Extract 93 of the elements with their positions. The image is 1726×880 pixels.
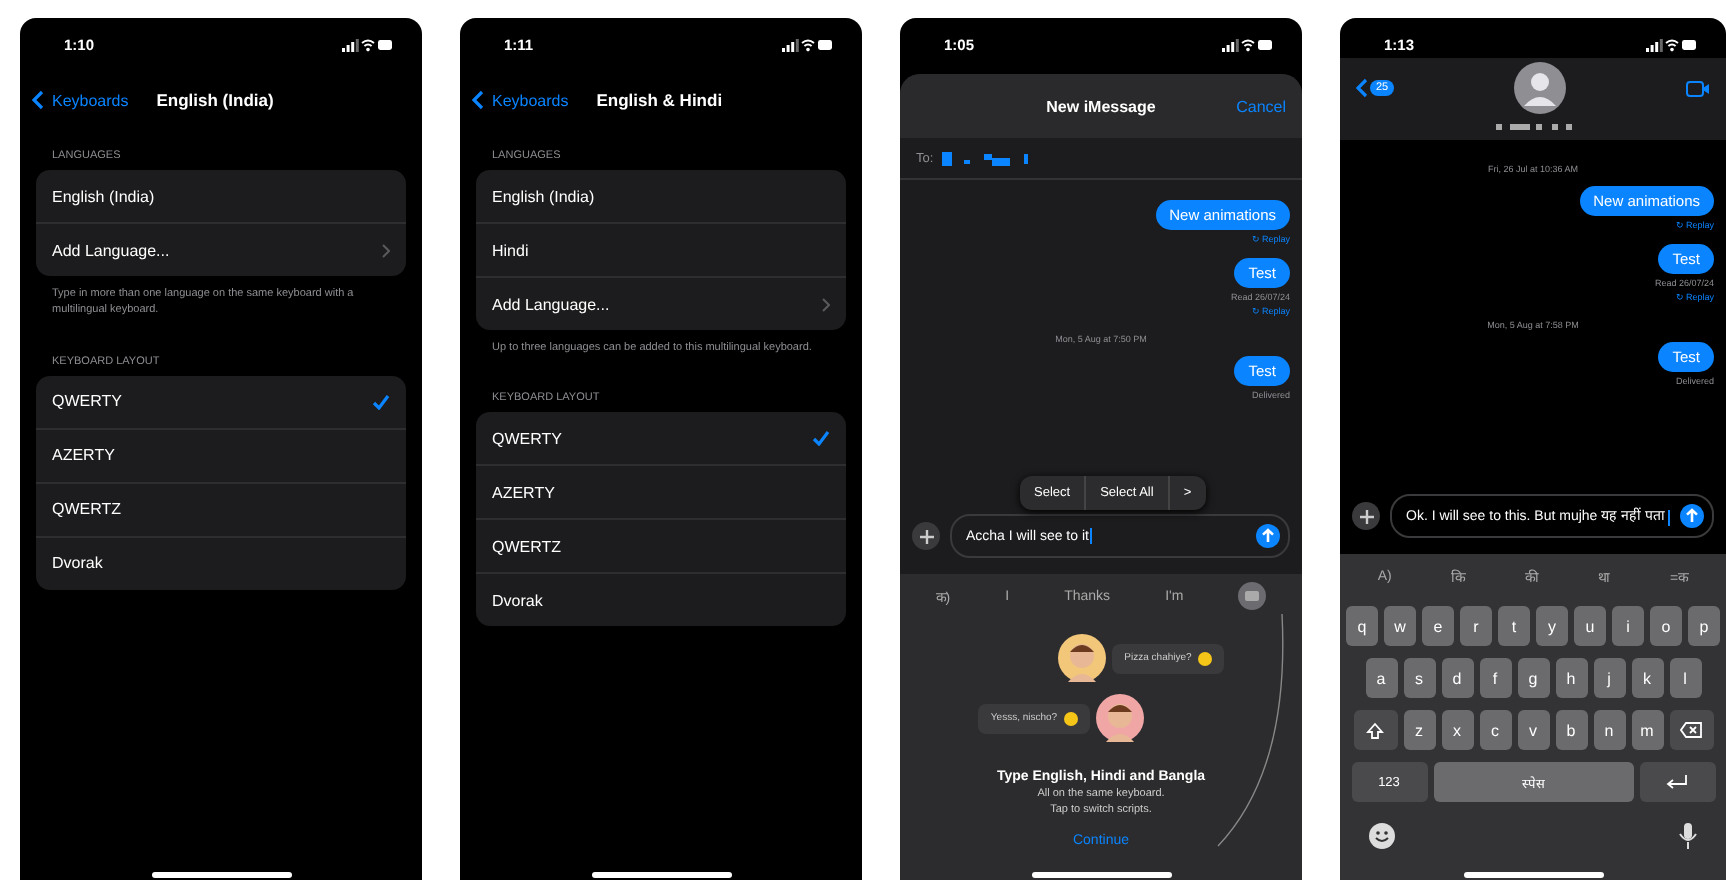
keyboard-key[interactable]: a	[1365, 658, 1397, 698]
keyboard-key[interactable]: u	[1574, 606, 1606, 646]
row-label: English (India)	[52, 187, 155, 205]
send-icon[interactable]	[1256, 524, 1280, 548]
status-icons	[1222, 37, 1274, 51]
keyboard-key[interactable]: k	[1631, 658, 1663, 698]
row-label: Add Language...	[492, 295, 610, 313]
avatar-drawing	[1058, 634, 1107, 682]
emoji-icon	[1063, 711, 1078, 725]
keyboard-key[interactable]	[1353, 710, 1397, 750]
settings-row[interactable]: QWERTY	[36, 375, 406, 427]
status-icons	[782, 37, 834, 51]
chevron-right-icon	[822, 297, 830, 311]
keyboard-key[interactable]: y	[1536, 606, 1568, 646]
settings-row[interactable]: English (India)	[476, 170, 846, 222]
keyboard-key[interactable]: b	[1555, 710, 1587, 750]
keyboard-key[interactable]: p	[1688, 606, 1720, 646]
status-icons	[342, 37, 394, 51]
keyboard-key[interactable]: x	[1441, 710, 1473, 750]
plus-icon	[919, 529, 933, 543]
keyboard-key[interactable]: o	[1650, 606, 1682, 646]
settings-row[interactable]: English (India)	[36, 170, 406, 222]
chevron-left-icon	[1356, 78, 1368, 98]
settings-row[interactable]: AZERTY	[476, 464, 846, 519]
settings-row[interactable]: QWERTZ	[36, 481, 406, 535]
back-link[interactable]: Keyboards	[472, 90, 569, 110]
row-label: Add Language...	[52, 241, 170, 259]
keyboard-key[interactable]	[1669, 710, 1713, 750]
settings-row[interactable]: Dvorak	[476, 572, 846, 627]
chevron-left-icon	[32, 90, 44, 110]
keyboard-key[interactable]: r	[1460, 606, 1492, 646]
backspace-icon	[1680, 722, 1702, 738]
keyboard-key[interactable]: e	[1422, 606, 1454, 646]
row-label: Hindi	[492, 241, 529, 259]
return-icon	[1666, 774, 1688, 790]
emoji-icon	[1197, 651, 1212, 665]
keyboard-key[interactable]: f	[1479, 658, 1511, 698]
status-icons	[1646, 37, 1698, 51]
emoji-icon[interactable]	[1368, 822, 1396, 850]
keyboard-key[interactable]: n	[1593, 710, 1625, 750]
home-indicator	[1031, 872, 1171, 878]
settings-row[interactable]: Add Language...	[476, 276, 846, 330]
keyboard-key[interactable]: l	[1669, 658, 1701, 698]
plus-icon	[1359, 509, 1373, 523]
row-label: QWERTY	[492, 429, 562, 448]
video-camera-icon[interactable]	[1686, 79, 1710, 97]
send-icon[interactable]	[1680, 504, 1704, 528]
plus-button[interactable]	[912, 522, 940, 550]
keyboard-key[interactable]: g	[1517, 658, 1549, 698]
screen-title: English & Hindi	[596, 90, 723, 110]
row-label: QWERTZ	[52, 500, 122, 518]
keyboard-key[interactable]: t	[1498, 606, 1530, 646]
microphone-icon[interactable]	[1678, 822, 1698, 850]
keyboard-key[interactable]: z	[1403, 710, 1435, 750]
row-label: English (India)	[492, 187, 595, 205]
avatar-drawing	[1095, 694, 1144, 742]
row-label: AZERTY	[52, 446, 115, 464]
keyboard-key[interactable]: i	[1612, 606, 1644, 646]
chevron-right-icon	[382, 243, 390, 257]
keyboard-key[interactable]: v	[1517, 710, 1549, 750]
keyboard-key[interactable]: h	[1555, 658, 1587, 698]
row-label: QWERTZ	[492, 537, 562, 556]
shift-icon	[1366, 721, 1384, 739]
chevron-left-icon	[472, 90, 484, 110]
home-indicator	[151, 872, 291, 878]
row-label: Dvorak	[492, 591, 543, 610]
settings-row[interactable]: QWERTZ	[476, 518, 846, 573]
settings-row[interactable]: Hindi	[476, 222, 846, 276]
settings-row[interactable]: AZERTY	[36, 427, 406, 481]
screen-title: English (India)	[156, 90, 274, 110]
plus-button[interactable]	[1352, 502, 1380, 530]
keyboard-switch-icon[interactable]	[1238, 582, 1267, 610]
contact-avatar[interactable]	[1514, 62, 1567, 114]
keyboard-key[interactable]: c	[1479, 710, 1511, 750]
keyboard-key[interactable]	[1639, 762, 1715, 802]
settings-row[interactable]: Add Language...	[36, 222, 406, 276]
keyboard-key[interactable]: w	[1384, 606, 1416, 646]
keyboard-key[interactable]: q	[1346, 606, 1378, 646]
back-link[interactable]: Keyboards	[32, 90, 129, 110]
keyboard-key[interactable]: j	[1593, 658, 1625, 698]
keyboard-key[interactable]: s	[1403, 658, 1435, 698]
home-indicator	[1463, 872, 1603, 878]
redacted-name	[1495, 124, 1571, 130]
keyboard-key[interactable]: d	[1441, 658, 1473, 698]
sheet-title: New iMessage	[1046, 97, 1156, 115]
row-label: AZERTY	[492, 483, 555, 502]
settings-row[interactable]: QWERTY	[476, 412, 846, 465]
settings-row[interactable]: Dvorak	[36, 535, 406, 589]
cancel-link[interactable]: Cancel	[1236, 97, 1286, 115]
row-label: QWERTY	[52, 392, 122, 410]
keyboard-key[interactable]: m	[1631, 710, 1663, 750]
row-label: Dvorak	[52, 554, 103, 572]
home-indicator	[591, 872, 731, 878]
